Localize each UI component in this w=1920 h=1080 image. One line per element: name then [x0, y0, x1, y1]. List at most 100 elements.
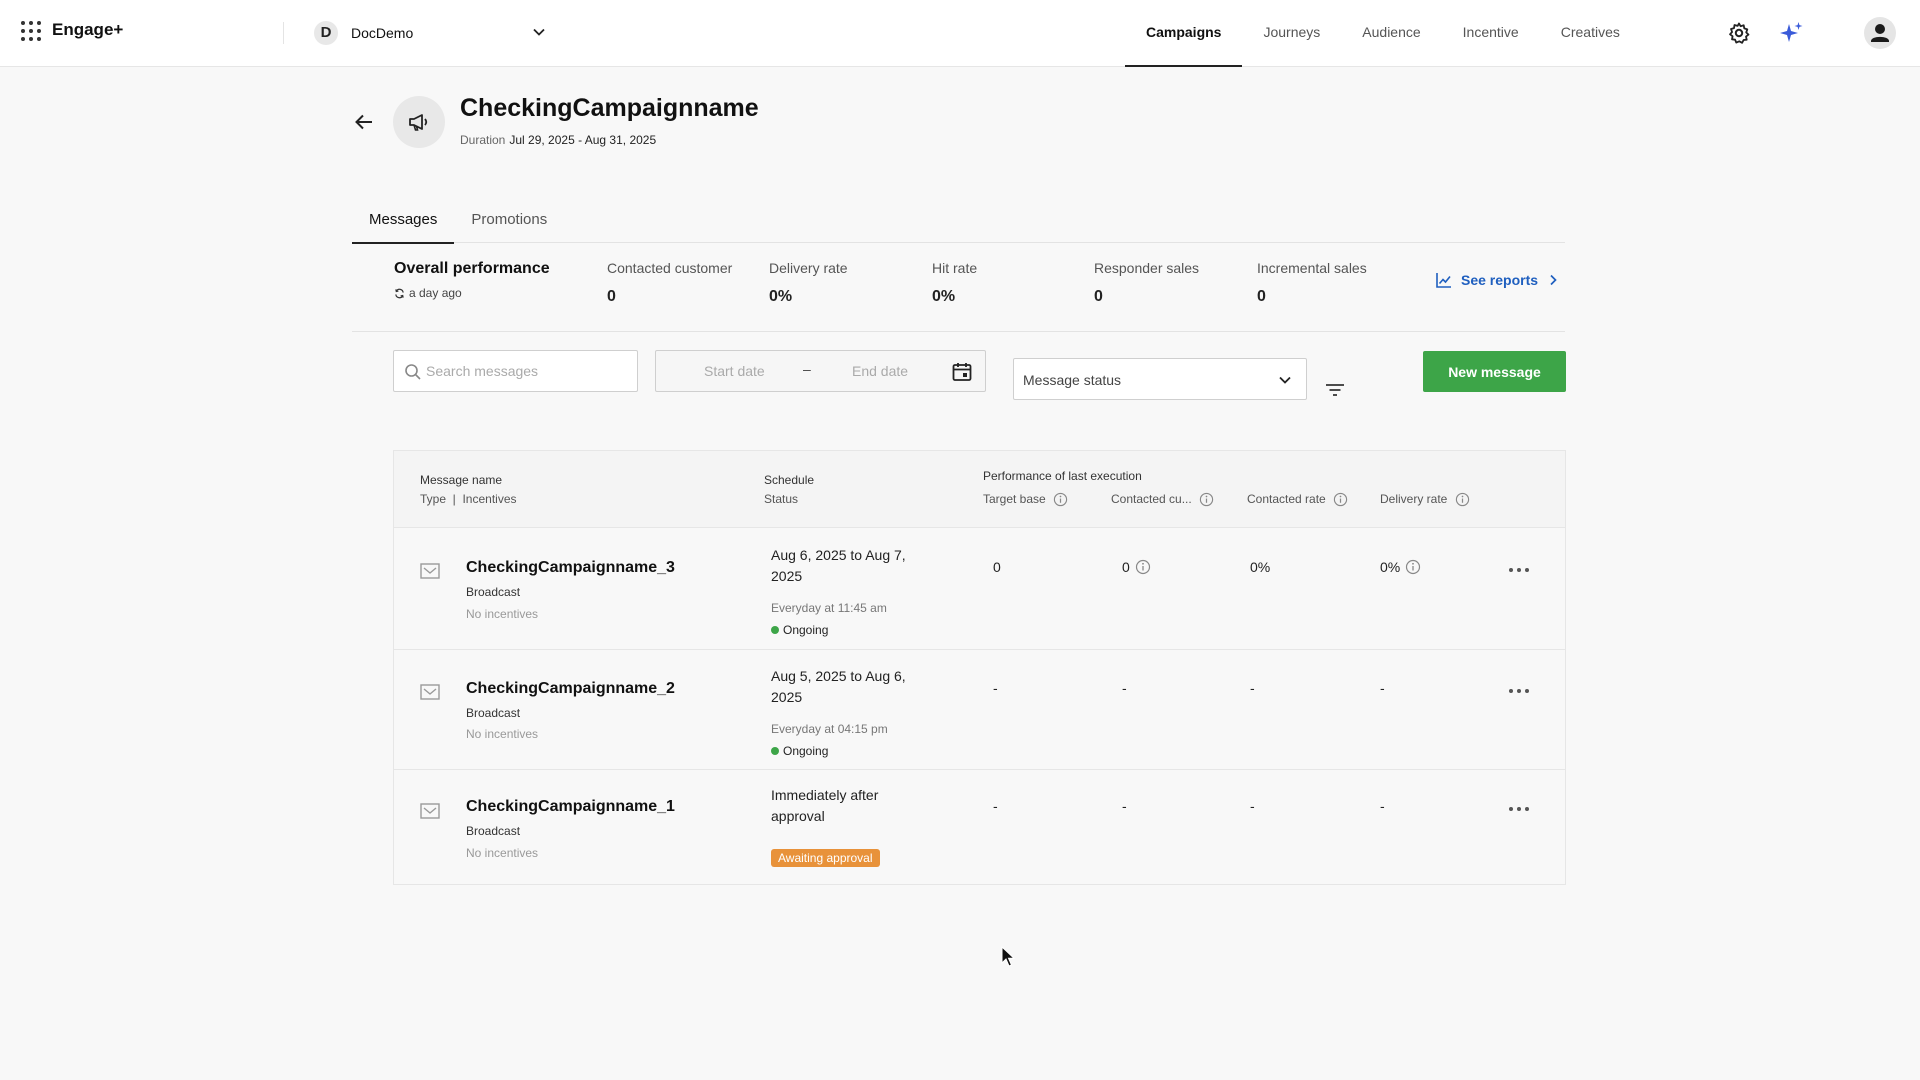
nav-campaigns[interactable]: Campaigns [1125, 0, 1243, 67]
schedule-range: Immediately after approval [771, 787, 879, 824]
workspace-avatar[interactable]: D [314, 21, 338, 45]
more-options-icon[interactable] [1509, 804, 1533, 814]
mail-icon [420, 684, 440, 700]
metric-label: Hit rate [932, 260, 978, 276]
contacted-rate-value: - [1250, 798, 1255, 814]
metric-value: 0 [607, 288, 616, 305]
contacted-value: 0 [1122, 559, 1151, 575]
chevron-down-icon[interactable] [532, 25, 546, 39]
metric-value: 0% [769, 288, 793, 305]
header-target-base-label: Target base [983, 492, 1046, 506]
user-avatar[interactable] [1864, 17, 1896, 49]
metric-label: Delivery rate [769, 260, 848, 276]
filter-icon[interactable] [1325, 382, 1345, 398]
message-status-select[interactable]: Message status [1013, 358, 1307, 400]
mail-icon [420, 803, 440, 819]
refresh-icon [395, 288, 404, 298]
search-messages [393, 350, 638, 392]
header-delivery-rate-label: Delivery rate [1380, 492, 1448, 506]
campaign-duration: Duration Jul 29, 2025 - Aug 31, 2025 [460, 133, 656, 147]
message-name[interactable]: CheckingCampaignname_2 [466, 680, 675, 698]
overall-performance: Overall performance a day ago Contacted … [352, 243, 1565, 332]
delivery-rate-value: 0% [1380, 559, 1421, 575]
info-icon[interactable] [1199, 492, 1214, 507]
mail-icon [420, 563, 440, 579]
table-row[interactable]: CheckingCampaignname_1 Broadcast No ince… [394, 770, 1565, 885]
status-badge: Ongoing [771, 744, 828, 758]
metric-responder-sales: Responder sales 0 [1094, 260, 1199, 306]
divider [283, 22, 284, 44]
info-icon[interactable] [1405, 559, 1421, 575]
duration-label: Duration [460, 133, 506, 147]
back-arrow-icon[interactable] [352, 110, 376, 134]
target-base-value: - [993, 680, 998, 696]
more-options-icon[interactable] [1509, 565, 1533, 575]
nav-creatives[interactable]: Creatives [1540, 0, 1641, 67]
sparkle-icon[interactable] [1780, 21, 1804, 45]
mouse-cursor-icon [1001, 946, 1016, 967]
new-message-button[interactable]: New message [1423, 351, 1566, 392]
end-date-field[interactable]: End date [852, 363, 908, 379]
calendar-icon[interactable] [951, 361, 973, 383]
date-range-picker[interactable]: Start date – End date [655, 350, 986, 392]
search-icon [405, 364, 421, 380]
status-text: Ongoing [783, 744, 829, 758]
header-status: Status [764, 492, 799, 506]
info-icon[interactable] [1455, 492, 1470, 507]
header-type-incentives: Type | Incentives [420, 492, 517, 506]
metric-label: Responder sales [1094, 260, 1200, 276]
main-nav: Campaigns Journeys Audience Incentive Cr… [1125, 0, 1641, 67]
contacted-value: - [1122, 798, 1127, 814]
chevron-down-icon [1279, 376, 1291, 384]
nav-audience[interactable]: Audience [1341, 0, 1441, 67]
more-options-icon[interactable] [1509, 686, 1533, 696]
info-icon[interactable] [1135, 559, 1151, 575]
status-badge: Awaiting approval [771, 849, 880, 867]
message-incentives: No incentives [466, 607, 539, 621]
message-incentives: No incentives [466, 727, 539, 741]
header-target-base: Target base [983, 492, 1068, 507]
workspace-name[interactable]: DocDemo [351, 25, 413, 41]
user-icon [1871, 24, 1889, 42]
contacted-rate-value: - [1250, 680, 1255, 696]
performance-title: Overall performance [394, 260, 550, 277]
see-reports-label: See reports [1461, 272, 1539, 288]
see-reports-link[interactable]: See reports [1435, 271, 1560, 289]
nav-incentive[interactable]: Incentive [1442, 0, 1540, 67]
app-grid-icon[interactable] [21, 21, 41, 41]
messages-table: Message name Type | Incentives Schedule … [393, 450, 1566, 885]
message-type: Broadcast [466, 824, 521, 838]
table-row[interactable]: CheckingCampaignname_2 Broadcast No ince… [394, 650, 1565, 770]
info-icon[interactable] [1333, 492, 1348, 507]
message-name[interactable]: CheckingCampaignname_3 [466, 559, 675, 577]
campaign-tabs: Messages Promotions [352, 205, 1565, 244]
message-name[interactable]: CheckingCampaignname_1 [466, 798, 675, 816]
schedule-range: Aug 5, 2025 to Aug 6, 2025 [771, 668, 906, 705]
search-input[interactable] [426, 351, 631, 391]
info-icon[interactable] [1053, 492, 1068, 507]
tab-messages[interactable]: Messages [352, 205, 455, 244]
top-bar: Engage+ D DocDemo Campaigns Journeys Aud… [0, 0, 1920, 67]
start-date-field[interactable]: Start date [704, 363, 765, 379]
delivery-rate-value: - [1380, 680, 1385, 696]
delivery-rate-text: 0% [1380, 559, 1401, 575]
header-delivery-rate: Delivery rate [1380, 492, 1470, 507]
updated-text: a day ago [409, 286, 462, 300]
message-type: Broadcast [466, 706, 521, 720]
metric-label: Incremental sales [1257, 260, 1367, 276]
nav-journeys[interactable]: Journeys [1242, 0, 1341, 67]
tab-promotions[interactable]: Promotions [454, 205, 564, 243]
performance-updated: a day ago [394, 286, 462, 300]
header-performance-group: Performance of last execution [983, 469, 1142, 483]
contacted-rate-value: 0% [1250, 559, 1271, 575]
date-separator: – [803, 361, 811, 377]
header-contacted-rate: Contacted rate [1247, 492, 1348, 507]
metric-delivery-rate: Delivery rate 0% [769, 260, 848, 306]
contacted-value: - [1122, 680, 1127, 696]
metric-hit-rate: Hit rate 0% [932, 260, 977, 306]
metric-label: Contacted customer [607, 260, 733, 276]
campaign-avatar [393, 96, 445, 148]
brand-name[interactable]: Engage+ [52, 20, 123, 40]
table-row[interactable]: CheckingCampaignname_3 Broadcast No ince… [394, 529, 1565, 650]
gear-icon[interactable] [1727, 21, 1751, 45]
